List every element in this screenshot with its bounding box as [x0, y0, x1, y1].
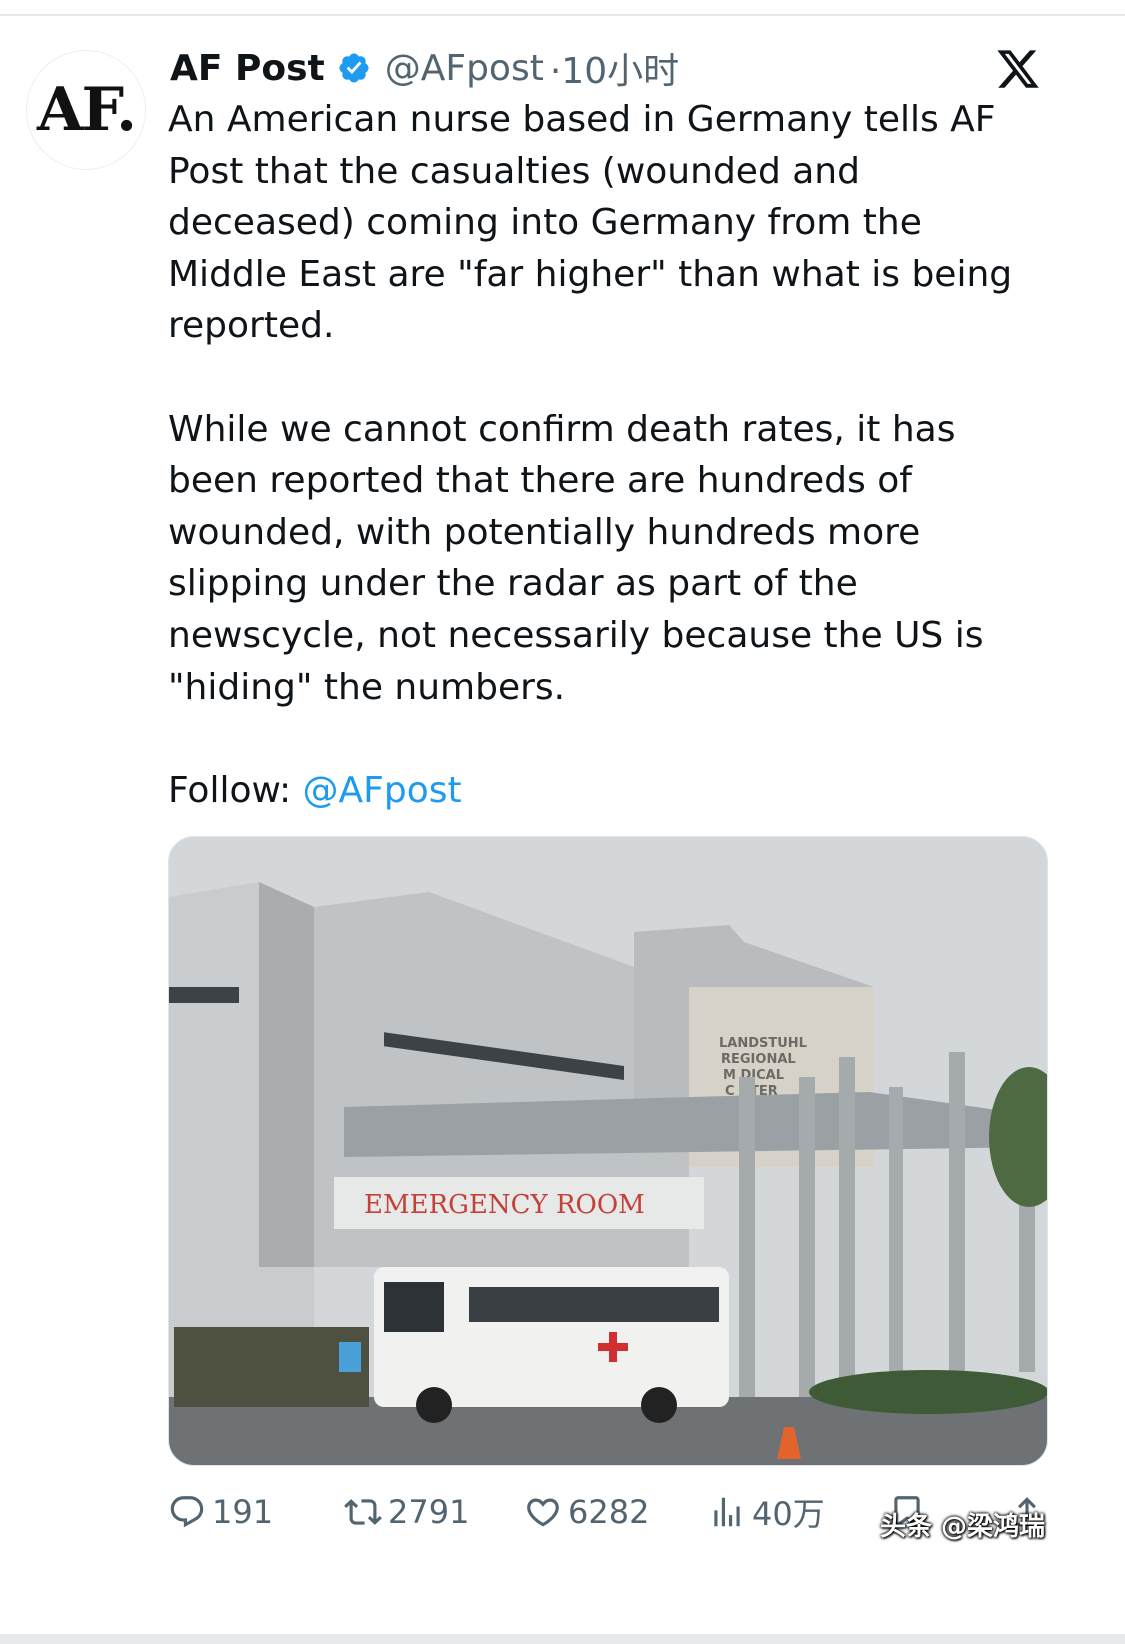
hospital-photo-illustration: LANDSTUHL REGIONAL M DICAL C NTER EMERGE…	[169, 837, 1047, 1465]
tweet-photo[interactable]: LANDSTUHL REGIONAL M DICAL C NTER EMERGE…	[168, 836, 1048, 1466]
watermark: 头条 @梁鸿瑞	[880, 1512, 1046, 1542]
author-handle[interactable]: @AFpost	[385, 48, 544, 89]
views-button[interactable]: 40万	[708, 1484, 825, 1540]
er-sign: EMERGENCY ROOM	[364, 1190, 645, 1220]
repost-button[interactable]: 2791	[344, 1484, 469, 1540]
views-count: 40万	[752, 1495, 825, 1533]
bottom-divider	[0, 1634, 1125, 1644]
like-count: 6282	[568, 1493, 650, 1531]
follow-link[interactable]: @AFpost	[303, 770, 462, 811]
reply-count: 191	[212, 1493, 274, 1531]
repost-icon	[344, 1499, 382, 1525]
follow-label: Follow:	[168, 769, 303, 811]
avatar[interactable]: AF.	[26, 50, 146, 170]
tweet-paragraph-2: While we cannot confirm death rates, it …	[168, 408, 984, 708]
like-button[interactable]: 6282	[524, 1484, 649, 1540]
building-sign-line-1: LANDSTUHL	[719, 1036, 807, 1051]
avatar-logo-text: AF.	[36, 75, 137, 145]
tweet-header: AF Post @AFpost ·10小时	[170, 40, 679, 96]
heart-icon	[527, 1498, 559, 1527]
author-name[interactable]: AF Post	[170, 48, 325, 89]
building-sign-line-2: REGIONAL	[721, 1052, 796, 1067]
reply-button[interactable]: 191	[168, 1484, 273, 1540]
verified-badge-icon	[339, 53, 369, 83]
tweet-text: An American nurse based in Germany tells…	[168, 94, 1048, 816]
repost-count: 2791	[388, 1493, 470, 1531]
post-time: ·10小时	[549, 51, 680, 92]
follow-line: Follow: @AFpost	[168, 765, 1048, 817]
top-divider	[0, 14, 1125, 16]
x-logo-icon[interactable]	[994, 46, 1042, 92]
reply-icon	[170, 1496, 204, 1528]
views-chart-icon	[714, 1497, 740, 1527]
tweet-paragraph-1: An American nurse based in Germany tells…	[168, 99, 1013, 347]
